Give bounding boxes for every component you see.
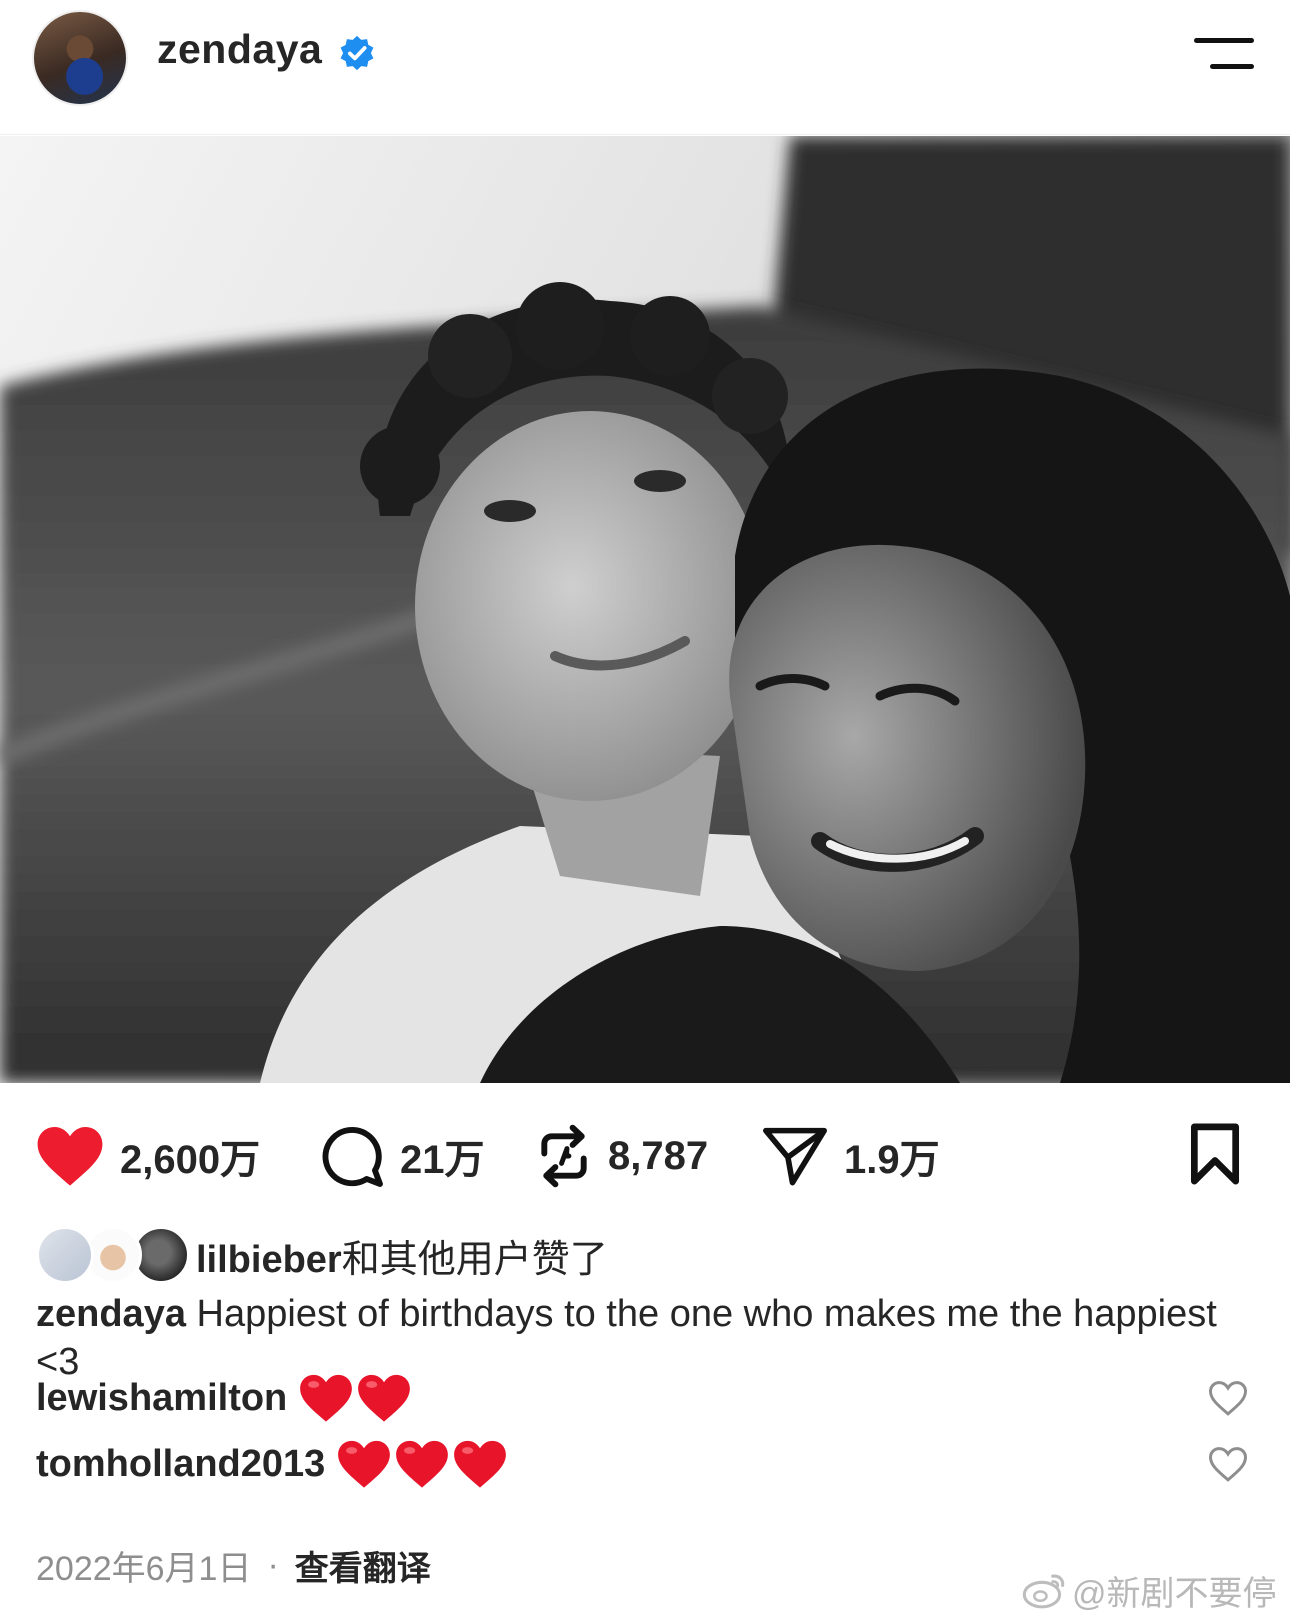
profile-avatar[interactable]: [32, 10, 128, 106]
liked-by-text: lilbieber和其他用户赞了: [196, 1228, 608, 1283]
red-heart-emoji-icon: [396, 1440, 449, 1488]
weibo-logo-icon: [1022, 1574, 1065, 1609]
post-meta: 2022年6月1日 · 查看翻译: [36, 1540, 431, 1590]
comment-row: tomholland2013: [36, 1436, 507, 1492]
caption-username[interactable]: zendaya: [36, 1293, 186, 1335]
comment-like-heart-icon[interactable]: [1208, 1444, 1248, 1484]
post-date: 2022年6月1日: [36, 1549, 252, 1588]
red-heart-emoji-icon: [454, 1440, 507, 1488]
post-photo[interactable]: [0, 136, 1290, 1083]
shares-count: 1.9万: [844, 1138, 940, 1182]
comment-action[interactable]: 21万: [320, 1121, 485, 1191]
like-action[interactable]: 2,600万: [36, 1121, 260, 1191]
send-icon[interactable]: [762, 1125, 828, 1187]
liker-avatar: [36, 1226, 94, 1284]
liker-avatars: [36, 1225, 192, 1285]
heart-filled-icon[interactable]: [36, 1125, 104, 1187]
comment-username[interactable]: lewishamilton: [36, 1377, 287, 1420]
post-header: zendaya: [0, 0, 1290, 135]
comment-hearts: [299, 1373, 411, 1423]
menu-icon[interactable]: [1188, 36, 1254, 76]
comments-count: 21万: [400, 1138, 485, 1182]
red-heart-emoji-icon: [338, 1440, 391, 1488]
comment-username[interactable]: tomholland2013: [36, 1443, 325, 1486]
red-heart-emoji-icon: [300, 1374, 353, 1422]
comment-bubble-icon[interactable]: [320, 1124, 384, 1188]
liked-by-suffix: 和其他用户赞了: [341, 1238, 608, 1281]
comment-hearts: [337, 1439, 507, 1489]
meta-separator: ·: [267, 1545, 279, 1584]
comment-like-heart-icon[interactable]: [1208, 1378, 1248, 1418]
watermark-text: @新剧不要停: [1072, 1574, 1277, 1613]
verified-badge-icon: [340, 35, 374, 71]
red-heart-emoji-icon: [358, 1374, 411, 1422]
likes-count: 2,600万: [120, 1138, 261, 1182]
repost-icon[interactable]: [536, 1124, 592, 1188]
comment-row: lewishamilton: [36, 1370, 411, 1426]
liked-by-row[interactable]: lilbieber和其他用户赞了: [36, 1225, 608, 1285]
liked-by-user[interactable]: lilbieber: [196, 1239, 342, 1281]
share-action[interactable]: 1.9万: [762, 1121, 940, 1191]
see-translation-link[interactable]: 查看翻译: [295, 1541, 431, 1590]
repost-action[interactable]: 8,787: [536, 1121, 708, 1191]
action-bar: 2,600万 21万 8,787 1.9万: [0, 1083, 1290, 1233]
reposts-count: 8,787: [608, 1133, 709, 1178]
post-username[interactable]: zendaya: [157, 26, 322, 73]
weibo-watermark: @新剧不要停: [1022, 1562, 1277, 1618]
bookmark-icon[interactable]: [1188, 1123, 1242, 1185]
couple-photo: [0, 136, 1290, 1083]
